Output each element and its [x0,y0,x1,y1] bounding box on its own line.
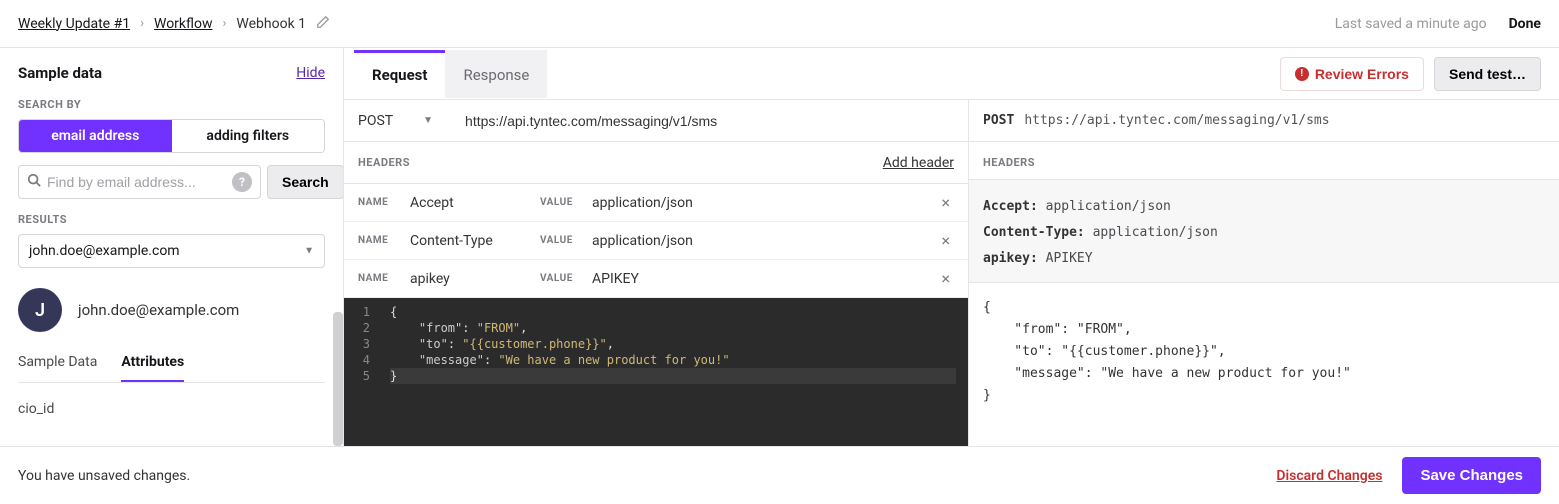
discard-changes-link[interactable]: Discard Changes [1276,468,1382,484]
scrollbar[interactable] [333,312,343,446]
header-name[interactable]: apikey [410,271,540,287]
avatar: J [18,288,62,332]
breadcrumb-current: Webhook 1 [236,16,306,32]
chevron-right-icon: › [222,16,226,31]
header-name-label: NAME [358,197,410,208]
code-content[interactable]: { "from": "FROM", "to": "{{customer.phon… [378,298,968,446]
request-editor: POST ▼ HEADERS Add header NAME Accept VA… [344,100,969,446]
chevron-right-icon: › [140,16,144,31]
user-row: J john.doe@example.com [18,288,325,332]
header-value-label: VALUE [540,273,592,284]
header-name-label: NAME [358,235,410,246]
close-icon[interactable]: × [937,193,954,212]
breadcrumb-bar: Weekly Update #1 › Workflow › Webhook 1 … [0,0,1559,48]
search-input[interactable] [47,174,228,190]
breadcrumb-workflow[interactable]: Workflow [154,16,213,32]
header-row: NAME Content-Type VALUE application/json… [344,222,968,260]
header-name[interactable]: Accept [410,195,540,211]
chevron-down-icon: ▼ [304,246,314,257]
body-editor[interactable]: 12345 { "from": "FROM", "to": "{{custome… [344,298,968,446]
help-icon[interactable]: ? [232,172,252,192]
breadcrumb-root[interactable]: Weekly Update #1 [18,16,130,32]
tab-sample-data[interactable]: Sample Data [18,354,97,382]
tab-request[interactable]: Request [354,50,445,98]
review-errors-label: Review Errors [1315,66,1409,82]
panel-title: Sample data [18,64,102,82]
tab-attributes[interactable]: Attributes [121,354,184,382]
toggle-email[interactable]: email address [19,120,172,152]
header-name-label: NAME [358,273,410,284]
headers-label: HEADERS [358,156,410,169]
footer-bar: You have unsaved changes. Discard Change… [0,446,1559,504]
header-name[interactable]: Content-Type [410,233,540,249]
results-label: RESULTS [18,213,325,226]
save-changes-button[interactable]: Save Changes [1402,457,1541,494]
tab-response[interactable]: Response [445,50,547,98]
search-mode-toggle: email address adding filters [18,119,325,153]
search-button[interactable]: Search [267,165,343,199]
attribute-row[interactable]: cio_id [18,401,325,417]
search-icon [27,173,41,191]
send-test-button[interactable]: Send test… [1434,57,1541,91]
response-preview: POST https://api.tyntec.com/messaging/v1… [969,100,1559,446]
sample-data-panel: Sample data Hide SEARCH BY email address… [0,48,343,446]
results-selected-value: john.doe@example.com [29,243,180,259]
response-body: { "from": "FROM", "to": "{{customer.phon… [969,283,1559,446]
response-headers-label: HEADERS [969,142,1559,180]
error-icon: ! [1295,67,1309,81]
user-email: john.doe@example.com [78,301,239,319]
response-headers: Accept: application/json Content-Type: a… [969,180,1559,283]
url-input[interactable] [465,113,954,129]
method-select[interactable]: POST ▼ [358,113,449,129]
response-method: POST [983,113,1014,128]
method-value: POST [358,113,393,129]
done-button[interactable]: Done [1509,16,1541,32]
close-icon[interactable]: × [937,269,954,288]
header-value[interactable]: application/json [592,233,937,249]
line-gutter: 12345 [344,298,378,446]
search-box: ? [18,165,261,199]
header-row: NAME Accept VALUE application/json × [344,184,968,222]
results-select[interactable]: john.doe@example.com ▼ [18,234,325,268]
response-url: https://api.tyntec.com/messaging/v1/sms [1024,113,1329,128]
header-value-label: VALUE [540,235,592,246]
header-value-label: VALUE [540,197,592,208]
header-value[interactable]: APIKEY [592,271,937,287]
pencil-icon[interactable] [316,15,330,33]
unsaved-text: You have unsaved changes. [18,468,190,484]
review-errors-button[interactable]: ! Review Errors [1280,57,1424,91]
search-by-label: SEARCH BY [18,98,325,111]
close-icon[interactable]: × [937,231,954,250]
header-row: NAME apikey VALUE APIKEY × [344,260,968,298]
last-saved-text: Last saved a minute ago [1335,16,1487,32]
add-header-link[interactable]: Add header [883,155,954,171]
chevron-down-icon: ▼ [423,115,433,126]
hide-link[interactable]: Hide [296,65,325,81]
toggle-filters[interactable]: adding filters [172,120,325,152]
header-value[interactable]: application/json [592,195,937,211]
